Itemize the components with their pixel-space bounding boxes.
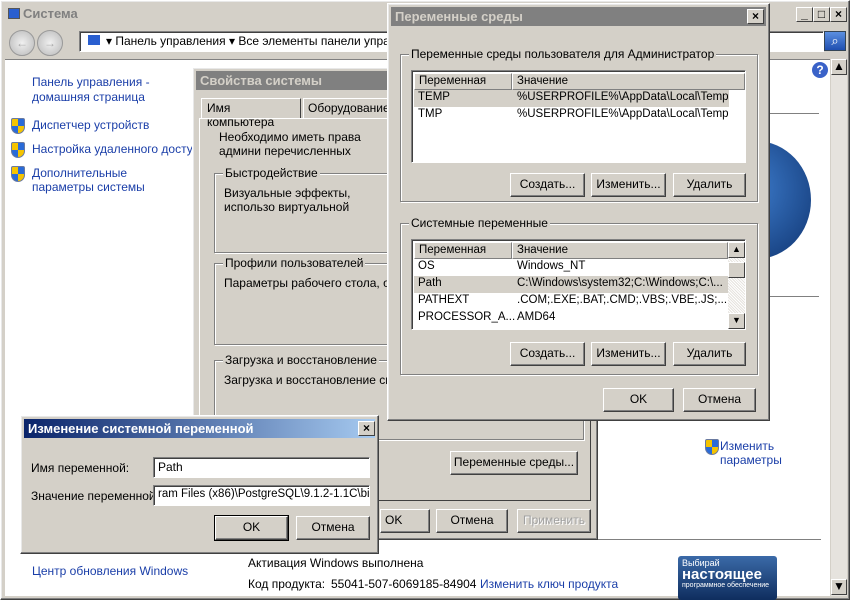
product-key-label: Код продукта: [248,577,326,591]
var-value: %USERPROFILE%\AppData\Local\Temp [517,91,729,103]
genuine-badge[interactable]: Выбирай настоящее программное обеспечени… [678,556,777,600]
system-variables-list[interactable]: Переменная Значение OS Windows_NT Path C:\… [411,239,746,330]
cancel-button[interactable]: Отмена [296,516,370,540]
windows-update-link[interactable]: Центр обновления Windows [32,564,188,578]
group-text: Визуальные эффекты, использо виртуальной… [224,186,351,216]
column-header-value[interactable]: Значение [512,242,728,259]
apply-button[interactable]: Применить [517,509,591,533]
control-panel-icon [88,35,100,45]
group-label: Быстродействие [223,166,320,180]
sidebar-link-remote[interactable]: Настройка удаленного доступа [32,142,206,156]
var-name: TEMP [418,91,450,103]
user-variables-list[interactable]: Переменная Значение TEMP %USERPROFILE%\Ap… [411,70,746,163]
list-row[interactable]: PATHEXT .COM;.EXE;.BAT;.CMD;.VBS;.VBE;.JS… [414,293,731,310]
cancel-button[interactable]: Отмена [683,388,756,412]
sidebar-link-advanced[interactable]: Дополнительные параметры системы [32,166,192,194]
group-label: Переменные среды пользователя для Админи… [409,47,717,61]
var-value: .COM;.EXE;.BAT;.CMD;.VBS;.VBE;.JS;.... [517,294,731,306]
variable-value-label: Значение переменной: [31,489,159,503]
list-row[interactable]: TEMP %USERPROFILE%\AppData\Local\Temp [414,90,729,107]
ok-button[interactable]: OK [603,388,674,412]
search-button[interactable]: ⌕ [824,31,846,51]
environment-variables-button[interactable]: Переменные среды... [450,451,578,475]
var-value: %USERPROFILE%\AppData\Local\Temp [517,108,729,120]
scroll-up-button[interactable]: ▲ [831,59,847,75]
group-label: Системные переменные [409,216,550,230]
close-button[interactable]: × [358,421,375,436]
ok-button[interactable]: OK [380,509,430,533]
var-name: PROCESSOR_A... [418,311,516,323]
var-value: AMD64 [517,311,556,323]
shield-icon [11,166,25,182]
back-button[interactable]: ← [9,30,35,56]
group-text: Загрузка и восстановление сис [224,373,398,387]
list-row[interactable]: OS Windows_NT [414,259,728,276]
system-edit-button[interactable]: Изменить... [591,342,666,366]
cancel-button[interactable]: Отмена [436,509,508,533]
var-name: TMP [418,108,443,120]
list-scrollbar[interactable]: ▲ ▼ [728,242,745,329]
ok-button[interactable]: OK [214,515,289,541]
maximize-button[interactable]: □ [813,7,830,22]
list-row[interactable]: TMP %USERPROFILE%\AppData\Local\Temp [414,107,729,124]
scroll-thumb[interactable] [728,262,745,278]
system-delete-button[interactable]: Удалить [673,342,746,366]
shield-icon [11,142,25,158]
badge-line3: программное обеспечение [682,582,770,589]
shield-icon [705,439,719,455]
tab-computer-name[interactable]: Имя компьютера [201,98,301,129]
scroll-down-button[interactable]: ▼ [728,313,745,329]
forward-button[interactable]: → [37,30,63,56]
user-delete-button[interactable]: Удалить [673,173,746,197]
system-variables-group: Системные переменные Переменная Значение… [400,216,758,375]
group-text: Параметры рабочего стола, отн [224,276,402,290]
breadcrumb-control-panel[interactable]: Панель управления [115,34,225,48]
close-button[interactable]: × [830,7,847,22]
variable-value-input[interactable]: ram Files (x86)\PostgreSQL\9.1.2-1.1C\bi… [153,485,370,506]
scroll-up-button[interactable]: ▲ [728,242,745,258]
window-title: Система [23,6,78,21]
edit-dialog-title: Изменение системной переменной [24,419,375,438]
list-row[interactable]: Path C:\Windows\system32;C:\Windows;C:\..… [414,276,728,293]
column-header-name[interactable]: Переменная [414,242,512,259]
edit-variable-dialog: Изменение системной переменной × Имя пер… [20,415,379,554]
variable-name-input[interactable]: Path [153,457,370,478]
variable-name-label: Имя переменной: [31,461,130,475]
system-new-button[interactable]: Создать... [510,342,585,366]
env-vars-title: Переменные среды [391,7,766,26]
user-edit-button[interactable]: Изменить... [591,173,666,197]
badge-line2: настоящее [682,566,762,583]
user-new-button[interactable]: Создать... [510,173,585,197]
tab-hardware[interactable]: Оборудование [303,98,390,118]
admin-note: Необходимо иметь права админи перечислен… [219,130,361,160]
computer-icon [8,8,20,19]
change-settings-link[interactable]: Изменить параметры [720,439,782,467]
help-icon[interactable]: ? [812,62,828,78]
scrollbar[interactable]: ▲ ▼ [831,59,847,596]
divider [591,539,821,540]
var-value: C:\Windows\system32;C:\Windows;C:\... [517,277,723,289]
list-row[interactable]: PROCESSOR_A... AMD64 [414,310,728,327]
var-name: Path [418,277,442,289]
group-label: Загрузка и восстановление [223,353,379,367]
environment-variables-dialog: Переменные среды × Переменные среды поль… [387,3,770,421]
var-name: OS [418,260,435,272]
sidebar-link-home[interactable]: Панель управления - домашняя страница [32,75,197,105]
product-key: 55041-507-6069185-84904 [331,577,477,591]
close-button[interactable]: × [747,9,764,24]
minimize-button[interactable]: _ [796,7,813,22]
activation-status: Активация Windows выполнена [248,556,424,570]
shield-icon [11,118,25,134]
var-value: Windows_NT [517,260,586,272]
user-variables-group: Переменные среды пользователя для Админи… [400,47,758,202]
change-product-key-link[interactable]: Изменить ключ продукта [480,577,618,591]
column-header-value[interactable]: Значение [512,73,745,90]
sidebar-link-device-manager[interactable]: Диспетчер устройств [32,118,149,132]
column-header-name[interactable]: Переменная [414,73,512,90]
scroll-down-button[interactable]: ▼ [831,579,847,595]
group-label: Профили пользователей [223,256,366,270]
var-name: PATHEXT [418,294,470,306]
